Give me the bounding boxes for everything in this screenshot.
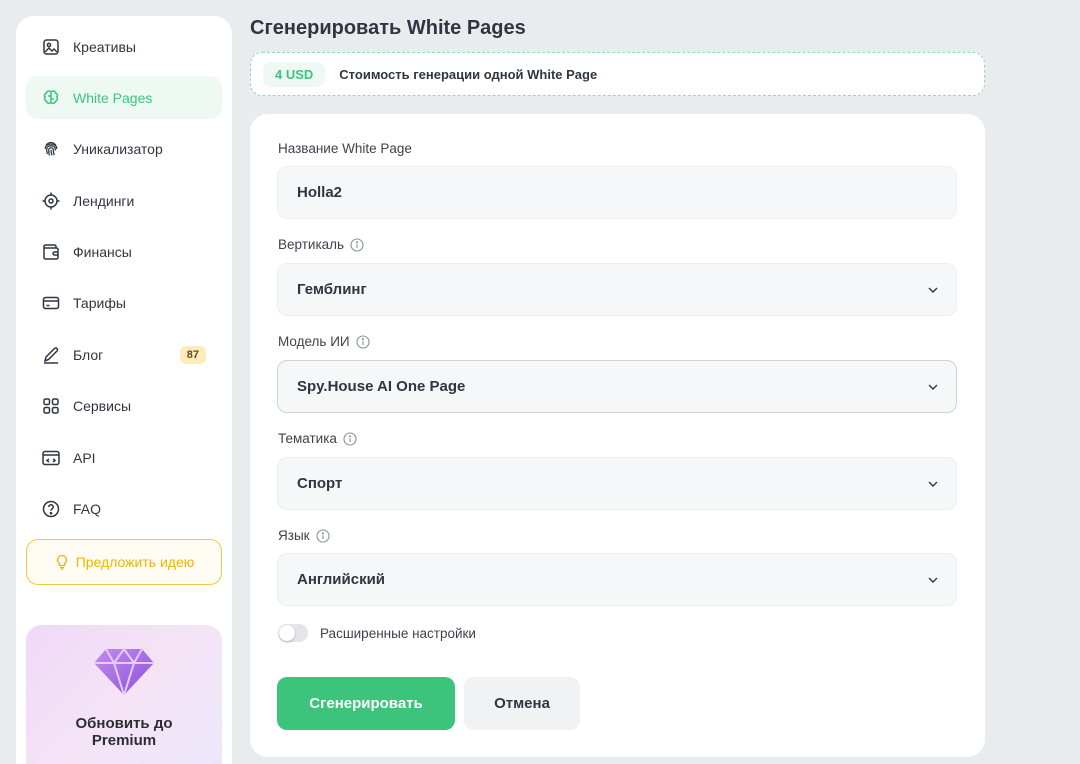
sidebar-item-finance[interactable]: Финансы [26,231,222,274]
question-icon [41,499,61,519]
topic-select[interactable]: Спорт [277,457,957,510]
name-value: Holla2 [297,184,343,201]
generate-form-card: Название White Page Holla2 Вертикаль Гем… [250,114,985,757]
vertical-select[interactable]: Гемблинг [277,263,957,316]
toggle-knob [279,625,295,641]
sidebar-item-landings[interactable]: Лендинги [26,179,222,222]
suggest-idea-label: Предложить идею [75,553,195,570]
language-select[interactable]: Английский [277,553,957,606]
topic-field-label: Тематика [278,431,357,446]
sidebar-item-label: API [73,449,96,466]
sidebar-item-label: Сервисы [73,398,132,415]
model-field-label: Модель ИИ [278,334,370,349]
sidebar-item-label: White Pages [73,89,153,106]
grid-icon [41,396,61,416]
cost-description: Стоимость генерации одной White Page [339,66,598,82]
name-label-text: Название White Page [278,141,412,156]
premium-text: Обновить до Premium [75,714,173,749]
sidebar-item-label: Блог [73,346,104,363]
language-value: Английский [297,571,386,588]
lightbulb-icon [56,554,67,570]
sidebar-item-services[interactable]: Сервисы [26,385,222,428]
model-label-text: Модель ИИ [278,334,350,349]
code-icon [41,448,61,468]
sidebar-item-white-pages[interactable]: White Pages [26,76,222,120]
white-page-name-input[interactable]: Holla2 [277,166,957,219]
chevron-down-icon [928,481,938,487]
advanced-settings-toggle-row[interactable]: Расширенные настройки [278,624,476,642]
sidebar-item-label: FAQ [73,501,102,518]
info-icon[interactable] [316,528,330,543]
generate-button[interactable]: Сгенерировать [277,677,455,730]
chevron-down-icon [928,577,938,583]
image-icon [41,37,61,57]
sidebar-item-tariffs[interactable]: Тарифы [26,282,222,325]
info-icon[interactable] [356,334,370,349]
suggest-idea-button[interactable]: Предложить идею [26,538,222,585]
fingerprint-icon [41,139,61,159]
advanced-settings-toggle[interactable] [278,624,308,642]
language-label-text: Язык [278,528,310,543]
sidebar-item-blog[interactable]: Блог 87 [26,333,222,376]
vertical-field-label: Вертикаль [278,237,364,252]
cost-info-bar: 4 USD Стоимость генерации одной White Pa… [250,52,985,96]
model-value: Spy.House AI One Page [297,378,466,395]
sidebar-item-label: Уникализатор [73,141,163,158]
topic-value: Спорт [297,475,343,492]
name-field-label: Название White Page [278,141,412,156]
page-title: Сгенерировать White Pages [250,17,526,39]
sidebar-item-api[interactable]: API [26,436,222,479]
wallet-icon [41,242,61,262]
sidebar-item-label: Тарифы [73,295,126,312]
brain-icon [41,88,61,108]
chevron-down-icon [928,384,938,390]
sidebar: Креативы White Pages Уникализатор Лендин… [16,16,232,764]
sidebar-item-label: Креативы [73,38,136,55]
sidebar-item-faq[interactable]: FAQ [26,488,222,531]
vertical-value: Гемблинг [297,281,367,298]
cancel-button[interactable]: Отмена [464,677,580,730]
target-icon [41,191,61,211]
cost-amount-badge: 4 USD [263,61,326,87]
language-field-label: Язык [278,528,330,543]
sidebar-item-creatives[interactable]: Креативы [26,25,222,68]
premium-upgrade-card[interactable]: Обновить до Premium [26,624,222,764]
vertical-label-text: Вертикаль [278,237,345,252]
pen-icon [41,345,61,365]
card-icon [41,293,61,313]
sidebar-item-unicalizer[interactable]: Уникализатор [26,128,222,171]
blog-count-badge: 87 [179,346,206,365]
chevron-down-icon [928,287,938,293]
topic-label-text: Тематика [278,431,337,446]
sidebar-item-label: Финансы [73,244,132,261]
sidebar-item-label: Лендинги [73,192,135,209]
info-icon[interactable] [343,431,357,446]
info-icon[interactable] [350,237,364,252]
ai-model-select[interactable]: Spy.House AI One Page [277,360,957,413]
diamond-icon [94,647,154,696]
advanced-settings-label: Расширенные настройки [320,625,476,641]
